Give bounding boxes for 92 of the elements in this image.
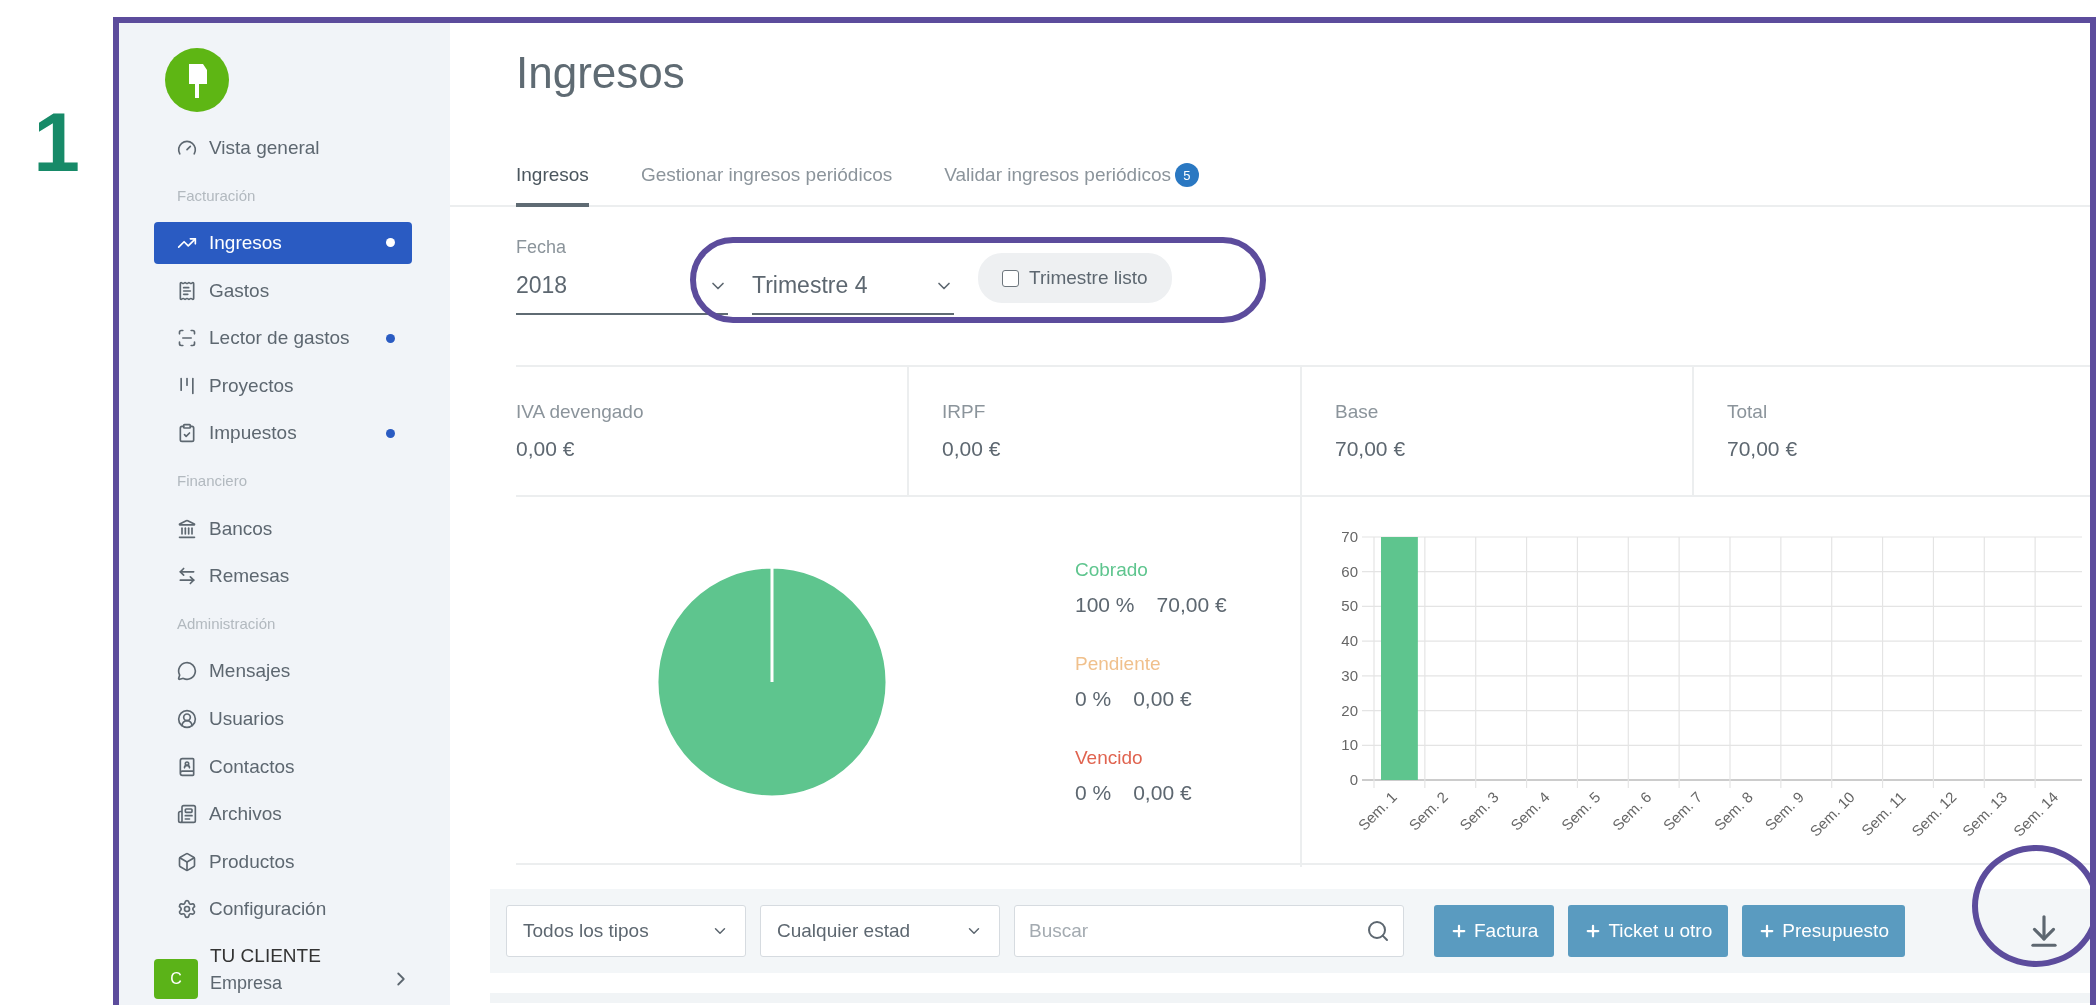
stat-label: Base xyxy=(1335,401,1380,423)
axis-tick-label: 10 xyxy=(1341,736,1358,754)
checkbox[interactable] xyxy=(1002,269,1019,287)
axis-category-label: Sem. 7 xyxy=(1659,788,1706,834)
nav-item[interactable]: Lector de gastos xyxy=(154,314,412,362)
stat-value: 0,00 € xyxy=(516,437,576,461)
legend-percent: 0 % xyxy=(1075,781,1112,805)
axis-category-label: Sem. 6 xyxy=(1608,788,1655,834)
axis-category-label: Sem. 1 xyxy=(1354,788,1401,834)
legend-label: Vencido xyxy=(1075,747,1144,769)
quarter-select[interactable]: Trimestre 4 xyxy=(752,272,954,315)
tab[interactable]: Validar ingresos periódicos 5 xyxy=(944,155,1199,207)
axis-category-label: Sem. 3 xyxy=(1456,788,1502,834)
scan-icon xyxy=(177,328,197,349)
stat-value: 70,00 € xyxy=(1727,437,1799,461)
axis-category-label: Sem. 2 xyxy=(1405,788,1451,834)
search-icon xyxy=(1366,919,1390,943)
section-heading: Financiero xyxy=(177,472,248,490)
axis-category-label: Sem. 13 xyxy=(1958,788,2011,840)
add-button[interactable]: Ticket u otro xyxy=(1568,905,1729,957)
legend-percent: 100 % xyxy=(1075,593,1135,617)
nav-item[interactable]: Usuarios xyxy=(154,695,412,743)
axis-category-label: Sem. 9 xyxy=(1761,788,1807,834)
nav-item[interactable]: Ingresos xyxy=(154,222,412,264)
nav-item[interactable]: Configuración xyxy=(154,885,412,934)
axis-tick-label: 70 xyxy=(1341,528,1358,545)
axis-category-label: Sem. 8 xyxy=(1710,788,1757,834)
add-button[interactable]: Presupuesto xyxy=(1742,905,1905,957)
year-select[interactable]: 2018 xyxy=(516,272,728,315)
status-filter[interactable]: Cualquier estad xyxy=(760,905,1000,957)
stat-label: Total xyxy=(1727,401,1769,423)
account-role: Empresa xyxy=(210,972,284,994)
arrows-icon xyxy=(177,566,197,587)
kanban-icon xyxy=(177,375,197,396)
stat-label: IRPF xyxy=(942,401,987,423)
stat-value: 70,00 € xyxy=(1335,437,1407,461)
clipboard-check-icon xyxy=(177,423,197,444)
logo-icon xyxy=(165,48,229,112)
nav-item[interactable]: Proyectos xyxy=(154,361,412,410)
search-field[interactable]: Buscar xyxy=(1014,905,1404,957)
axis-category-label: Sem. 5 xyxy=(1557,788,1604,834)
axis-tick-label: 40 xyxy=(1341,632,1358,650)
nav-item[interactable]: Bancos xyxy=(154,504,412,553)
bank-icon xyxy=(177,518,197,539)
legend-label: Pendiente xyxy=(1075,653,1162,675)
chat-bubble-icon xyxy=(177,661,197,682)
type-filter[interactable]: Todos los tipos xyxy=(506,905,746,957)
section-heading: Administración xyxy=(177,615,276,633)
avatar: C xyxy=(154,959,198,1000)
plus-icon xyxy=(1450,922,1468,940)
axis-category-label: Sem. 4 xyxy=(1507,788,1553,834)
user-circle-icon xyxy=(177,708,197,729)
page-title: Ingresos xyxy=(516,47,685,99)
count-badge: 5 xyxy=(1174,163,1199,187)
axis-category-label: Sem. 11 xyxy=(1857,788,1909,839)
legend-amount: 0,00 € xyxy=(1133,781,1192,805)
axis-tick-label: 50 xyxy=(1341,597,1358,615)
nav-item[interactable]: Gastos xyxy=(154,266,412,315)
axis-category-label: Sem. 12 xyxy=(1908,788,1960,840)
contact-book-icon xyxy=(177,756,197,777)
axis-tick-label: 30 xyxy=(1341,666,1358,684)
nav-item[interactable]: Remesas xyxy=(154,552,412,600)
account-name: TU CLIENTE xyxy=(210,944,322,967)
legend-amount: 70,00 € xyxy=(1156,593,1227,617)
axis-tick-label: 0 xyxy=(1349,771,1358,788)
step-number: 1 xyxy=(33,100,80,191)
tab[interactable]: Gestionar ingresos periódicos xyxy=(640,155,893,207)
legend-amount: 0,00 € xyxy=(1133,687,1192,711)
checkbox-label: Trimestre listo xyxy=(1029,267,1148,289)
section-heading: Facturación xyxy=(177,186,256,204)
receipt-icon xyxy=(177,280,197,301)
nav-item[interactable]: Vista general xyxy=(154,124,412,172)
settings-icon xyxy=(177,899,197,920)
nav-item[interactable]: Archivos xyxy=(154,790,412,838)
add-button[interactable]: Factura xyxy=(1434,905,1555,957)
quarter-ready-toggle[interactable]: Trimestre listo xyxy=(978,253,1172,303)
axis-category-label: Sem. 10 xyxy=(1806,788,1858,840)
tab[interactable]: Ingresos xyxy=(516,155,589,207)
axis-category-label: Sem. 14 xyxy=(2009,788,2062,840)
nav-item[interactable]: Impuestos xyxy=(154,409,412,458)
nav-item[interactable]: Contactos xyxy=(154,742,412,791)
legend-label: Cobrado xyxy=(1075,559,1149,581)
stat-label: IVA devengado xyxy=(516,401,645,423)
nav-item[interactable]: Productos xyxy=(154,837,412,886)
axis-tick-label: 60 xyxy=(1341,562,1358,580)
box-icon xyxy=(177,851,197,872)
document-icon xyxy=(177,804,197,825)
field-label: Fecha xyxy=(516,237,568,258)
stat-value: 0,00 € xyxy=(942,437,1002,461)
nav-item[interactable]: Mensajes xyxy=(154,647,412,696)
axis-tick-label: 20 xyxy=(1341,701,1358,719)
legend-percent: 0 % xyxy=(1075,687,1112,711)
